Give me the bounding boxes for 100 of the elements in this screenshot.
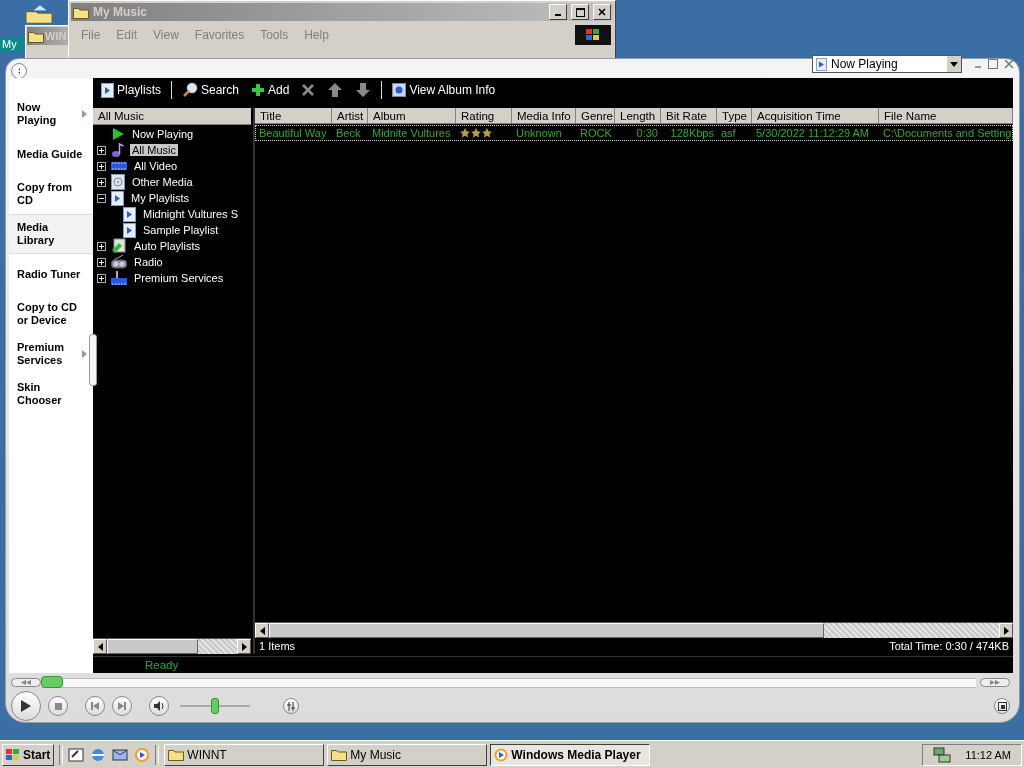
next-icon (118, 702, 126, 711)
close-icon (598, 8, 606, 16)
tree-item[interactable]: Auto Playlists (132, 240, 203, 252)
column-header[interactable]: Artist (332, 108, 368, 124)
column-header[interactable]: File Name (879, 108, 1013, 124)
down-arrow-icon (355, 82, 372, 98)
previous-icon (91, 702, 99, 711)
view-dropdown[interactable]: Now Playing (812, 55, 962, 73)
equalizer-icon (287, 701, 295, 711)
column-header[interactable]: Acquisition Time (752, 108, 879, 124)
tree-item[interactable]: All Video (132, 160, 180, 172)
playlist-icon (123, 206, 136, 222)
search-icon (182, 82, 198, 98)
tree-item[interactable]: All Music (130, 144, 178, 156)
tree-item[interactable]: Radio (132, 256, 165, 268)
window-title: WIN (45, 30, 68, 42)
network-icon[interactable] (933, 746, 952, 763)
volume-slider[interactable] (180, 700, 250, 713)
table-cell-text: 128Kbps (669, 126, 715, 140)
expand-toggle-icon[interactable] (97, 257, 106, 267)
table-cell-text: Unknown (515, 126, 563, 140)
scroll-left-icon[interactable] (97, 642, 103, 651)
menu-arrow-icon (82, 110, 87, 118)
tree-item[interactable]: My Playlists (129, 192, 192, 204)
tree-item[interactable]: Premium Services (132, 272, 226, 284)
fast-forward-icon (990, 680, 1000, 686)
delete-icon (301, 83, 316, 97)
volume-thumb[interactable] (211, 698, 219, 715)
expand-toggle-icon[interactable] (97, 241, 106, 251)
table-row[interactable]: Beautiful Way Beck Midnite Vultures Unknown ROCK 0:30 128Kbps asf 5/30/2022 11:12:29 AM C:\Documents and Setting (255, 125, 1013, 141)
collapse-toggle-icon[interactable] (97, 193, 106, 203)
column-header[interactable]: Title (255, 108, 332, 124)
sidebar-item[interactable]: Media Library (9, 214, 93, 254)
toolbar-button[interactable]: Playlists (99, 82, 163, 98)
close-icon[interactable] (1004, 59, 1014, 69)
services-icon (111, 270, 127, 286)
sidebar-item[interactable]: Skin Chooser (9, 374, 93, 414)
sidebar-item[interactable]: Media Guide (9, 134, 93, 174)
column-header[interactable]: Length (615, 108, 661, 124)
mail-icon[interactable] (112, 746, 129, 763)
disc-icon (111, 174, 125, 190)
taskbar-button[interactable]: WINNT (164, 743, 325, 766)
column-header[interactable]: Genre (576, 108, 615, 124)
toolbar-button[interactable]: Search (180, 82, 242, 98)
desktop-folder-icon[interactable] (24, 4, 54, 24)
taskbar-button[interactable]: Windows Media Player (490, 743, 651, 766)
tree-item[interactable]: Midnight Vultures S (141, 208, 240, 220)
sidebar-item[interactable]: Now Playing (9, 94, 93, 134)
tree-item[interactable]: Sample Playlist (141, 224, 221, 236)
horizontal-scrollbar[interactable] (93, 638, 251, 654)
toolbar-button[interactable]: Add (249, 83, 292, 97)
panel-resize-handle[interactable] (89, 334, 97, 386)
fast-forward-button[interactable] (980, 678, 1010, 688)
folder-icon (168, 748, 185, 761)
expand-toggle-icon[interactable] (97, 145, 106, 155)
expand-toggle-icon[interactable] (97, 273, 106, 283)
scroll-right-icon[interactable] (1003, 626, 1009, 635)
column-header[interactable]: Album (368, 108, 456, 124)
table-cell-text: Beautiful Way (258, 126, 328, 140)
table-cell-text: asf (720, 126, 737, 140)
tree-item[interactable]: Other Media (130, 176, 195, 188)
toolbar-button[interactable]: View Album Info (390, 83, 498, 97)
sidebar-item[interactable]: Premium Services (9, 334, 93, 374)
expand-toggle-icon[interactable] (97, 161, 106, 171)
scroll-right-icon[interactable] (241, 642, 247, 651)
sidebar-item[interactable]: Radio Tuner (9, 254, 93, 294)
column-header[interactable]: Rating (456, 108, 512, 124)
film-strip-icon (111, 160, 127, 172)
close-button[interactable] (593, 4, 611, 20)
tree-item[interactable]: Now Playing (130, 128, 196, 140)
scroll-left-icon[interactable] (259, 626, 265, 635)
sidebar-item[interactable]: Copy from CD (9, 174, 93, 214)
rewind-icon (21, 680, 31, 686)
start-button[interactable]: Start (2, 743, 55, 766)
media-player-icon[interactable] (134, 746, 151, 763)
plus-icon (251, 83, 266, 97)
maximize-button[interactable] (571, 4, 589, 20)
dropdown-arrow-icon (950, 61, 958, 67)
auto-playlist-icon (111, 238, 127, 254)
column-header[interactable]: Media Info (512, 108, 576, 124)
sidebar-item[interactable]: Copy to CD or Device (9, 294, 93, 334)
taskbar-button[interactable]: My Music (327, 743, 488, 766)
tree-header: All Music (93, 108, 251, 125)
column-header[interactable]: Bit Rate (661, 108, 717, 124)
minimize-button[interactable] (549, 4, 567, 20)
maximize-icon (575, 7, 585, 17)
horizontal-scrollbar[interactable] (255, 622, 1013, 638)
desktop-icon[interactable] (68, 746, 85, 763)
expand-toggle-icon[interactable] (97, 177, 106, 187)
table-cell-text: ROCK (579, 126, 613, 140)
column-header[interactable]: Type (717, 108, 752, 124)
maximize-icon[interactable] (988, 59, 998, 69)
album-info-icon (392, 83, 407, 97)
table-cell-text: 0:30 (635, 126, 659, 140)
folder-icon (73, 5, 89, 19)
star-icon (460, 128, 470, 138)
table-cell-text: Midnite Vultures (371, 126, 452, 140)
windows-logo-icon (6, 748, 20, 761)
playlist-icon (111, 190, 124, 206)
browser-icon[interactable] (90, 746, 107, 763)
